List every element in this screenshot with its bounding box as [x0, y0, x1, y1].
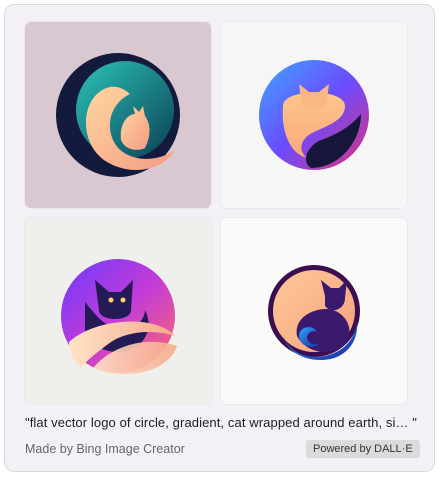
cat-logo-image-2[interactable]	[221, 22, 407, 208]
creator-credit: Made by Bing Image Creator	[25, 442, 185, 456]
cat-logo-art-4	[221, 218, 407, 404]
powered-by-badge[interactable]: Powered by DALL·E	[306, 440, 420, 458]
prompt-caption: "flat vector logo of circle, gradient, c…	[25, 415, 417, 430]
cat-logo-art-1	[25, 22, 211, 208]
cat-logo-image-3[interactable]	[25, 218, 211, 404]
cat-logo-art-3	[25, 218, 211, 404]
cat-logo-art-2	[221, 22, 407, 208]
cat-logo-image-4[interactable]	[221, 218, 407, 404]
cat-logo-image-1[interactable]	[25, 22, 211, 208]
